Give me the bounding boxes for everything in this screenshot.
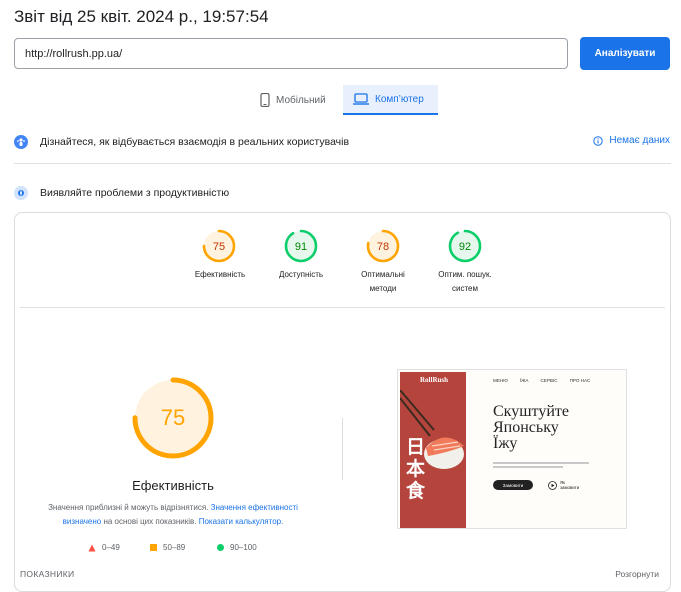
diagnose-row: Виявляйте проблеми з продуктивністю [14,180,671,206]
preview-kanji-3: 食 [406,480,426,502]
preview-watch: Як замовити [548,480,580,490]
vertical-separator [342,418,343,480]
score-label-accessibility-line1: Доступність [278,270,324,279]
main-score-gauge: 75 [132,377,214,459]
preview-order-button: Замовити [493,480,533,490]
people-icon [14,135,28,149]
tab-desktop[interactable]: Комп’ютер [343,85,438,115]
legend-average-range: 50–89 [163,543,186,552]
score-value-performance: 75 [213,241,225,253]
no-data-label: Немає даних [609,135,670,146]
preview-headline-line: Скуштуйте [493,403,569,420]
calculator-link[interactable]: Показати калькулятор. [199,517,284,526]
score-label-best-practices: Оптимальні методи [343,268,423,296]
circle-icon [217,544,224,551]
score-label-accessibility: Доступність [261,268,341,282]
description-text-2: на основі цих показників. [101,517,199,526]
description-text-1: Значення приблизні й можуть відрізнятися… [48,503,211,512]
score-label-best-practices-line2: методи [369,284,397,293]
preview-nav-item: ПРО НАС [569,378,591,383]
preview-kanji: 日 本 食 [406,436,436,502]
preview-nav-item: ЇЖА [519,378,529,383]
info-icon [593,135,604,146]
play-icon [548,480,557,490]
score-ring-performance: 75 [202,229,236,263]
legend-fail-range: 0–49 [102,543,120,552]
score-ring-seo: 92 [448,229,482,263]
page-screenshot: RollRush 日 本 食 МЕНЮ ЇЖА СЕРВІС ПРО НАС С… [397,369,627,529]
section-divider [14,163,671,164]
legend-pass-range: 90–100 [230,543,257,552]
score-ring-best-practices: 78 [366,229,400,263]
legend-fail: 0–49 [88,543,120,552]
preview-body-line [493,466,563,468]
metrics-link-part2[interactable]: визначено [63,517,102,526]
score-label-performance-line1: Ефективність [194,270,246,279]
score-label-best-practices-line1: Оптимальні [361,270,405,279]
score-description: Значення приблизні й можуть відрізнятися… [30,501,316,529]
field-data-label: Дізнайтеся, як відбувається взаємодія в … [40,136,350,148]
preview-nav-item: МЕНЮ [493,378,508,383]
score-label-seo: Оптим. пошук. систем [425,268,505,296]
preview-watch-label: Як замовити [560,480,580,490]
preview-nav: МЕНЮ ЇЖА СЕРВІС ПРО НАС [493,378,590,383]
tab-mobile[interactable]: Мобільний [260,85,326,115]
phone-icon [260,93,270,107]
field-data-row: Дізнайтеся, як відбувається взаємодія в … [14,129,671,155]
diagnose-label: Виявляйте проблеми з продуктивністю [40,187,230,199]
preview-kanji-2: 本 [406,458,426,480]
score-value-accessibility: 91 [295,241,307,253]
main-score-label: Ефективність [132,478,214,493]
score-label-seo-line1: Оптим. пошук. [438,270,492,279]
legend-pass: 90–100 [217,543,257,552]
score-ring-accessibility: 91 [284,229,318,263]
report-title: Звіт від 25 квіт. 2024 р., 19:57:54 [14,7,269,26]
laptop-icon [353,93,369,105]
legend-average: 50–89 [150,543,185,552]
score-label-seo-line2: систем [452,284,478,293]
tab-mobile-label: Мобільний [276,94,326,106]
tab-desktop-label: Комп’ютер [375,93,424,105]
preview-brand: RollRush [420,376,449,384]
card-divider [20,307,665,308]
preview-kanji-1: 日 [406,436,426,458]
score-gauge-seo[interactable]: 92 [447,228,483,269]
score-value-best-practices: 78 [377,241,389,253]
preview-nav-item: СЕРВІС [540,378,558,383]
url-input[interactable] [14,38,568,69]
lighthouse-icon [14,186,28,200]
score-label-performance: Ефективність [180,268,260,282]
triangle-icon [88,544,96,551]
score-value-seo: 92 [459,241,471,253]
score-gauge-performance[interactable]: 75 [201,228,237,269]
analyze-button[interactable]: Аналізувати [580,37,670,70]
preview-headline-line: Японську [493,419,559,436]
no-data-link[interactable]: Немає даних [593,135,670,146]
score-gauge-accessibility[interactable]: 91 [283,228,319,269]
square-icon [150,544,157,551]
preview-headline: Скуштуйте Японську Їжу [493,404,569,452]
metrics-link-part1[interactable]: Значення ефективності [211,503,298,512]
main-score-value: 75 [161,405,185,430]
preview-headline-line: Їжу [493,435,518,452]
score-gauge-best-practices[interactable]: 78 [365,228,401,269]
preview-body-line [493,462,589,464]
